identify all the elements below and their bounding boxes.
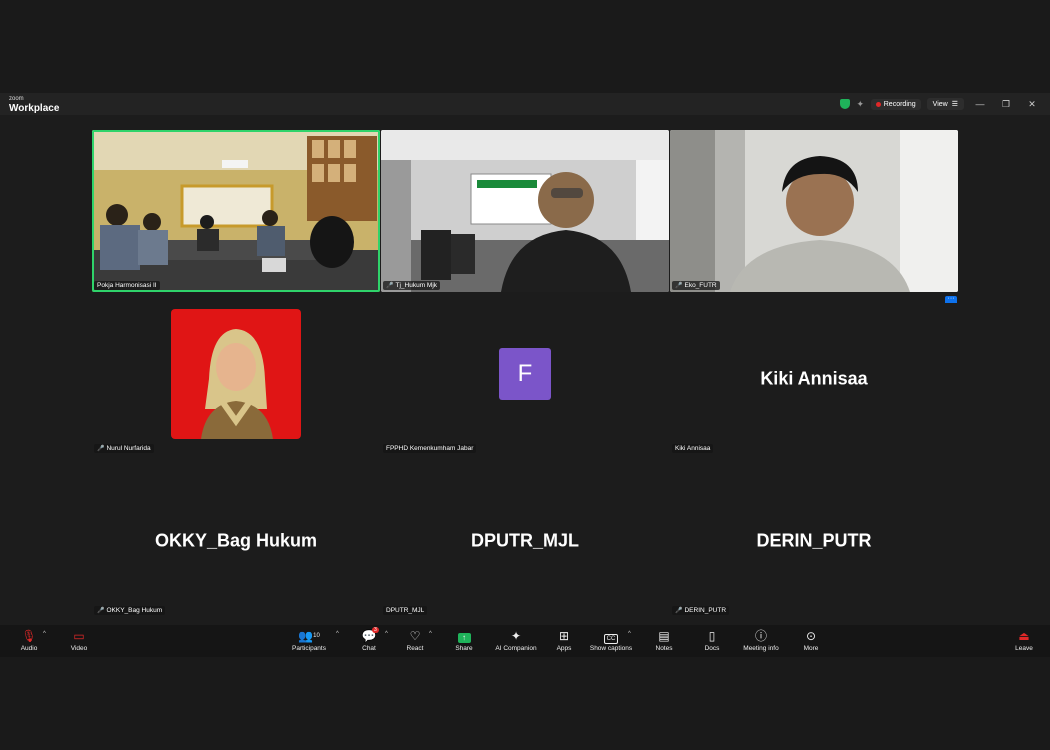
participant-name-label: 🎤 Nurul Nurfarida — [94, 444, 154, 453]
meeting-toolbar: 🎙 Audio ^ ▭ Video 👥10 Participants ^ 💬 3… — [0, 625, 1050, 657]
mic-muted-icon: 🎤 — [97, 446, 105, 452]
logo-big-text: Workplace — [9, 103, 60, 114]
recording-indicator[interactable]: Recording — [870, 98, 921, 110]
meeting-room-video — [92, 130, 380, 292]
shield-icon[interactable] — [839, 99, 850, 109]
participant-tile-video[interactable]: 🎤 Eko_FUTR — [670, 130, 958, 292]
more-icon: ⊙ — [805, 629, 817, 643]
participant-name-label: 🎤 OKKY_Bag Hukum — [94, 606, 166, 615]
participant-display-name: DERIN_PUTR — [756, 530, 872, 551]
react-options-caret-icon[interactable]: ^ — [429, 631, 432, 637]
participant-name-label: Pokja Harmonisasi II — [94, 281, 160, 290]
notes-icon: ▤ — [658, 629, 670, 643]
participant-name-label: DPUTR_MJL — [383, 606, 428, 615]
logo-small-text: zoom — [9, 96, 24, 102]
video-button[interactable]: ▭ Video — [64, 629, 94, 652]
video-off-icon: ▭ — [73, 629, 85, 643]
participant-name-label: Kiki Annisaa — [672, 444, 714, 453]
mic-muted-icon: 🎙 — [21, 629, 37, 643]
minimize-icon[interactable]: — — [970, 99, 990, 109]
recording-dot-icon — [875, 101, 881, 107]
notes-button[interactable]: ▤ Notes — [651, 629, 677, 652]
chat-unread-badge: 3 — [372, 627, 379, 633]
participant-display-name: OKKY_Bag Hukum — [154, 530, 318, 551]
ai-sparkle-icon[interactable]: ✦ — [856, 99, 865, 109]
office-video — [381, 130, 669, 292]
participant-name-label: FPPHD Kemenkumham Jabar — [383, 444, 477, 453]
chat-options-caret-icon[interactable]: ^ — [385, 631, 388, 637]
share-icon: ↑ — [451, 629, 477, 643]
react-button[interactable]: ♡ React — [402, 629, 428, 652]
participant-tile-video[interactable]: 🎤 Tj_Hukum Mjk — [381, 130, 669, 292]
participants-options-caret-icon[interactable]: ^ — [336, 631, 339, 637]
share-button[interactable]: ↑ Share — [451, 629, 477, 652]
leave-button[interactable]: ⏏ Leave — [1011, 629, 1037, 652]
leave-icon: ⏏ — [1018, 629, 1030, 643]
mic-muted-icon: 🎤 — [386, 283, 394, 289]
audio-options-caret-icon[interactable]: ^ — [43, 631, 46, 637]
view-label: View — [932, 100, 948, 108]
more-button[interactable]: ⊙ More — [798, 629, 824, 652]
participant-tile-name[interactable]: Kiki Annisaa Kiki Annisaa — [670, 303, 958, 455]
apps-icon: ⊞ — [558, 629, 570, 643]
participant-display-name: DPUTR_MJL — [470, 530, 579, 551]
docs-icon: ▯ — [708, 629, 716, 643]
participant-tile-name[interactable]: OKKY_Bag Hukum 🎤 OKKY_Bag Hukum — [92, 465, 380, 617]
participant-name-label: 🎤 Tj_Hukum Mjk — [383, 281, 441, 290]
restore-icon[interactable]: ❐ — [996, 99, 1016, 110]
participant-tile-photo[interactable]: 🎤 Nurul Nurfarida — [92, 303, 380, 455]
participant-name-label: 🎤 DERIN_PUTR — [672, 606, 730, 615]
participant-name-label: 🎤 Eko_FUTR — [672, 281, 720, 290]
participant-tile-avatar[interactable]: F FPPHD Kemenkumham Jabar — [381, 303, 669, 455]
zoom-workplace-logo: zoom Workplace — [9, 95, 59, 114]
title-bar: zoom Workplace ✦ Recording View ☰ — ❐ ✕ — [0, 93, 1050, 115]
chat-button[interactable]: 💬 3 Chat — [356, 627, 382, 652]
participant-display-name: Kiki Annisaa — [760, 368, 868, 389]
close-icon[interactable]: ✕ — [1022, 99, 1042, 110]
recording-label: Recording — [883, 100, 916, 108]
ai-companion-icon: ✦ — [510, 629, 522, 643]
profile-photo — [171, 309, 301, 439]
home-video — [670, 130, 958, 292]
mic-muted-icon: 🎤 — [97, 608, 105, 614]
zoom-window: zoom Workplace ✦ Recording View ☰ — ❐ ✕ — [0, 93, 1050, 657]
participants-icon: 👥 — [298, 629, 314, 643]
view-button[interactable]: View ☰ — [926, 98, 964, 110]
meeting-info-button[interactable]: ⓘ Meeting info — [740, 629, 782, 652]
participants-count: 10 — [313, 633, 320, 639]
apps-button[interactable]: ⊞ Apps — [551, 629, 577, 652]
mic-muted-icon: 🎤 — [675, 608, 683, 614]
audio-button[interactable]: 🎙 Audio — [14, 629, 44, 652]
ai-companion-button[interactable]: ✦ AI Companion — [493, 629, 539, 652]
info-icon: ⓘ — [754, 629, 767, 643]
participant-tile-video[interactable]: Pokja Harmonisasi II — [92, 130, 380, 292]
captions-options-caret-icon[interactable]: ^ — [628, 631, 631, 637]
docs-button[interactable]: ▯ Docs — [699, 629, 725, 652]
participant-tile-name[interactable]: DERIN_PUTR 🎤 DERIN_PUTR — [670, 465, 958, 617]
avatar-letter: F — [517, 360, 533, 387]
participant-tile-name[interactable]: DPUTR_MJL DPUTR_MJL — [381, 465, 669, 617]
heart-icon: ♡ — [409, 629, 421, 643]
participants-button[interactable]: 👥10 Participants — [288, 629, 330, 652]
mic-muted-icon: 🎤 — [675, 283, 683, 289]
avatar: F — [499, 348, 551, 400]
grid-icon: ☰ — [951, 101, 958, 108]
